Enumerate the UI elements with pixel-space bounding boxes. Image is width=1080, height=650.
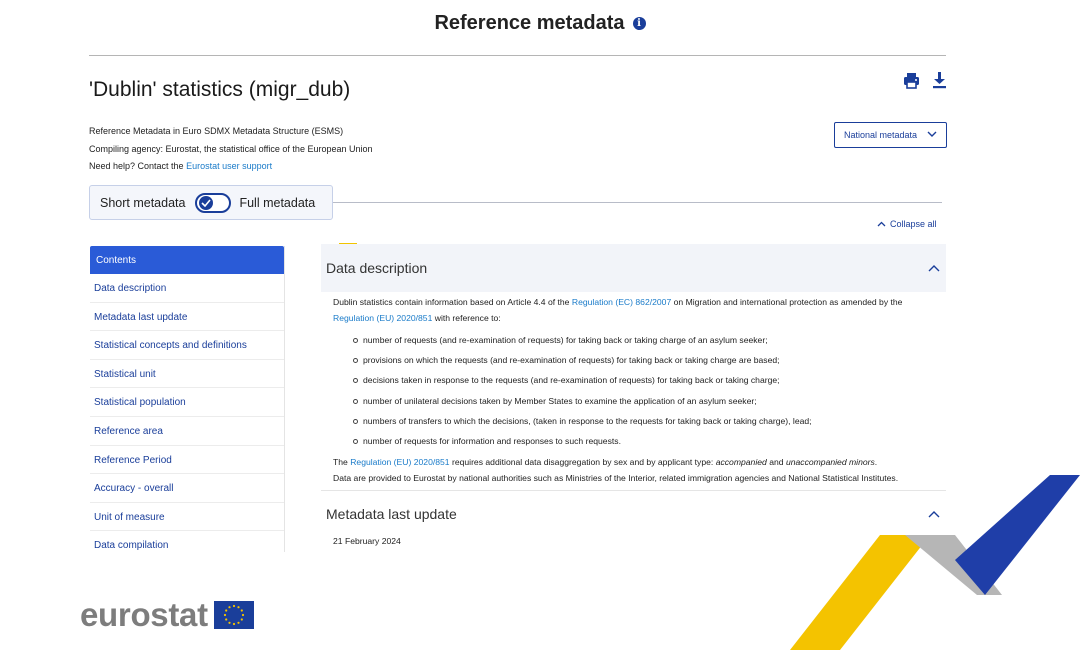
list-item: numbers of transfers to which the decisi… <box>353 411 934 431</box>
short-metadata-label[interactable]: Short metadata <box>100 196 185 210</box>
list-item: number of unilateral decisions taken by … <box>353 391 934 411</box>
regulation-851-link[interactable]: Regulation (EU) 2020/851 <box>333 313 432 323</box>
metadata-toggle: Short metadata Full metadata <box>89 185 333 220</box>
toc-item-statistical-population[interactable]: Statistical population <box>90 388 284 417</box>
switch-knob <box>199 195 214 210</box>
print-icon[interactable] <box>903 72 920 89</box>
yellow-stripe <box>790 535 930 650</box>
requests-list: number of requests (and re-examination o… <box>353 330 934 451</box>
national-metadata-select[interactable]: National metadata <box>834 122 947 148</box>
compiling-agency-line: Compiling agency: Eurostat, the statisti… <box>89 143 373 154</box>
full-metadata-label[interactable]: Full metadata <box>239 196 315 210</box>
toc-item-reference-area[interactable]: Reference area <box>90 417 284 446</box>
list-item: number of requests (and re-examination o… <box>353 330 934 350</box>
para-text: requires additional data disaggregation … <box>449 457 716 468</box>
para-text: . <box>874 457 878 468</box>
eurostat-logo: eurostat <box>80 598 254 632</box>
title-bar: Reference metadata i <box>0 12 1080 35</box>
help-prefix: Need help? Contact the <box>89 161 187 171</box>
collapse-all-button[interactable]: Collapse all <box>877 219 937 229</box>
user-support-link[interactable]: Eurostat user support <box>186 161 272 171</box>
regulation-862-link[interactable]: Regulation (EC) 862/2007 <box>572 297 671 307</box>
regulation-851-link[interactable]: Regulation (EU) 2020/851 <box>350 457 449 467</box>
toc-item-statistical-unit[interactable]: Statistical unit <box>90 360 284 389</box>
list-item: number of requests for information and r… <box>353 431 934 451</box>
dataset-title: 'Dublin' statistics (migr_dub) <box>89 78 351 101</box>
eu-flag-icon <box>213 601 254 629</box>
toc-item-statistical-concepts[interactable]: Statistical concepts and definitions <box>90 331 284 360</box>
chevron-down-icon <box>927 131 937 137</box>
toc-item-data-compilation[interactable]: Data compilation <box>90 531 284 552</box>
intro-text: on Migration and international protectio… <box>671 297 903 307</box>
check-icon <box>201 198 212 207</box>
para-text: The <box>333 457 351 468</box>
decorative-corner-graphic <box>790 475 1080 650</box>
list-item: decisions taken in response to the reque… <box>353 370 934 390</box>
page-title: Reference metadata <box>434 12 625 34</box>
intro-text: Dublin statistics contain information ba… <box>333 297 572 307</box>
download-icon[interactable] <box>932 71 947 89</box>
section-title: Data description <box>326 260 428 276</box>
section-header-data-description[interactable]: Data description <box>321 244 946 292</box>
list-item: provisions on which the requests (and re… <box>353 350 934 370</box>
disaggregation-paragraph: The Regulation (EU) 2020/851 requires ad… <box>333 455 934 471</box>
info-circle-icon[interactable]: i <box>632 17 646 30</box>
para-text: and <box>766 457 786 468</box>
toc-heading: Contents <box>90 246 284 274</box>
collapse-all-label: Collapse all <box>890 219 937 229</box>
para-emphasis: accompanied <box>715 457 767 468</box>
data-description-body: Dublin statistics contain information ba… <box>321 292 946 490</box>
chevron-up-icon[interactable] <box>928 264 940 272</box>
toc-item-data-description[interactable]: Data description <box>90 274 284 303</box>
toc-item-metadata-last-update[interactable]: Metadata last update <box>90 303 284 332</box>
table-of-contents: Contents Data description Metadata last … <box>90 246 285 552</box>
metadata-info: Reference Metadata in Euro SDMX Metadata… <box>89 123 373 176</box>
help-line: Need help? Contact the Eurostat user sup… <box>89 158 373 176</box>
toc-item-reference-period[interactable]: Reference Period <box>90 446 284 475</box>
intro-text: with reference to: <box>432 312 501 323</box>
toc-item-unit-of-measure[interactable]: Unit of measure <box>90 503 284 532</box>
para-emphasis: unaccompanied minors <box>785 457 875 468</box>
intro-paragraph: Dublin statistics contain information ba… <box>333 295 934 326</box>
esms-line: Reference Metadata in Euro SDMX Metadata… <box>89 126 344 136</box>
blue-stripe <box>955 475 1080 595</box>
divider <box>333 202 942 203</box>
section-title: Metadata last update <box>326 505 457 522</box>
metadata-switch[interactable] <box>195 192 232 213</box>
logo-text: eurostat <box>80 596 208 633</box>
toc-item-accuracy-overall[interactable]: Accuracy - overall <box>90 474 284 503</box>
divider <box>89 55 946 56</box>
chevron-up-icon <box>877 221 886 227</box>
national-metadata-value: National metadata <box>844 130 918 140</box>
